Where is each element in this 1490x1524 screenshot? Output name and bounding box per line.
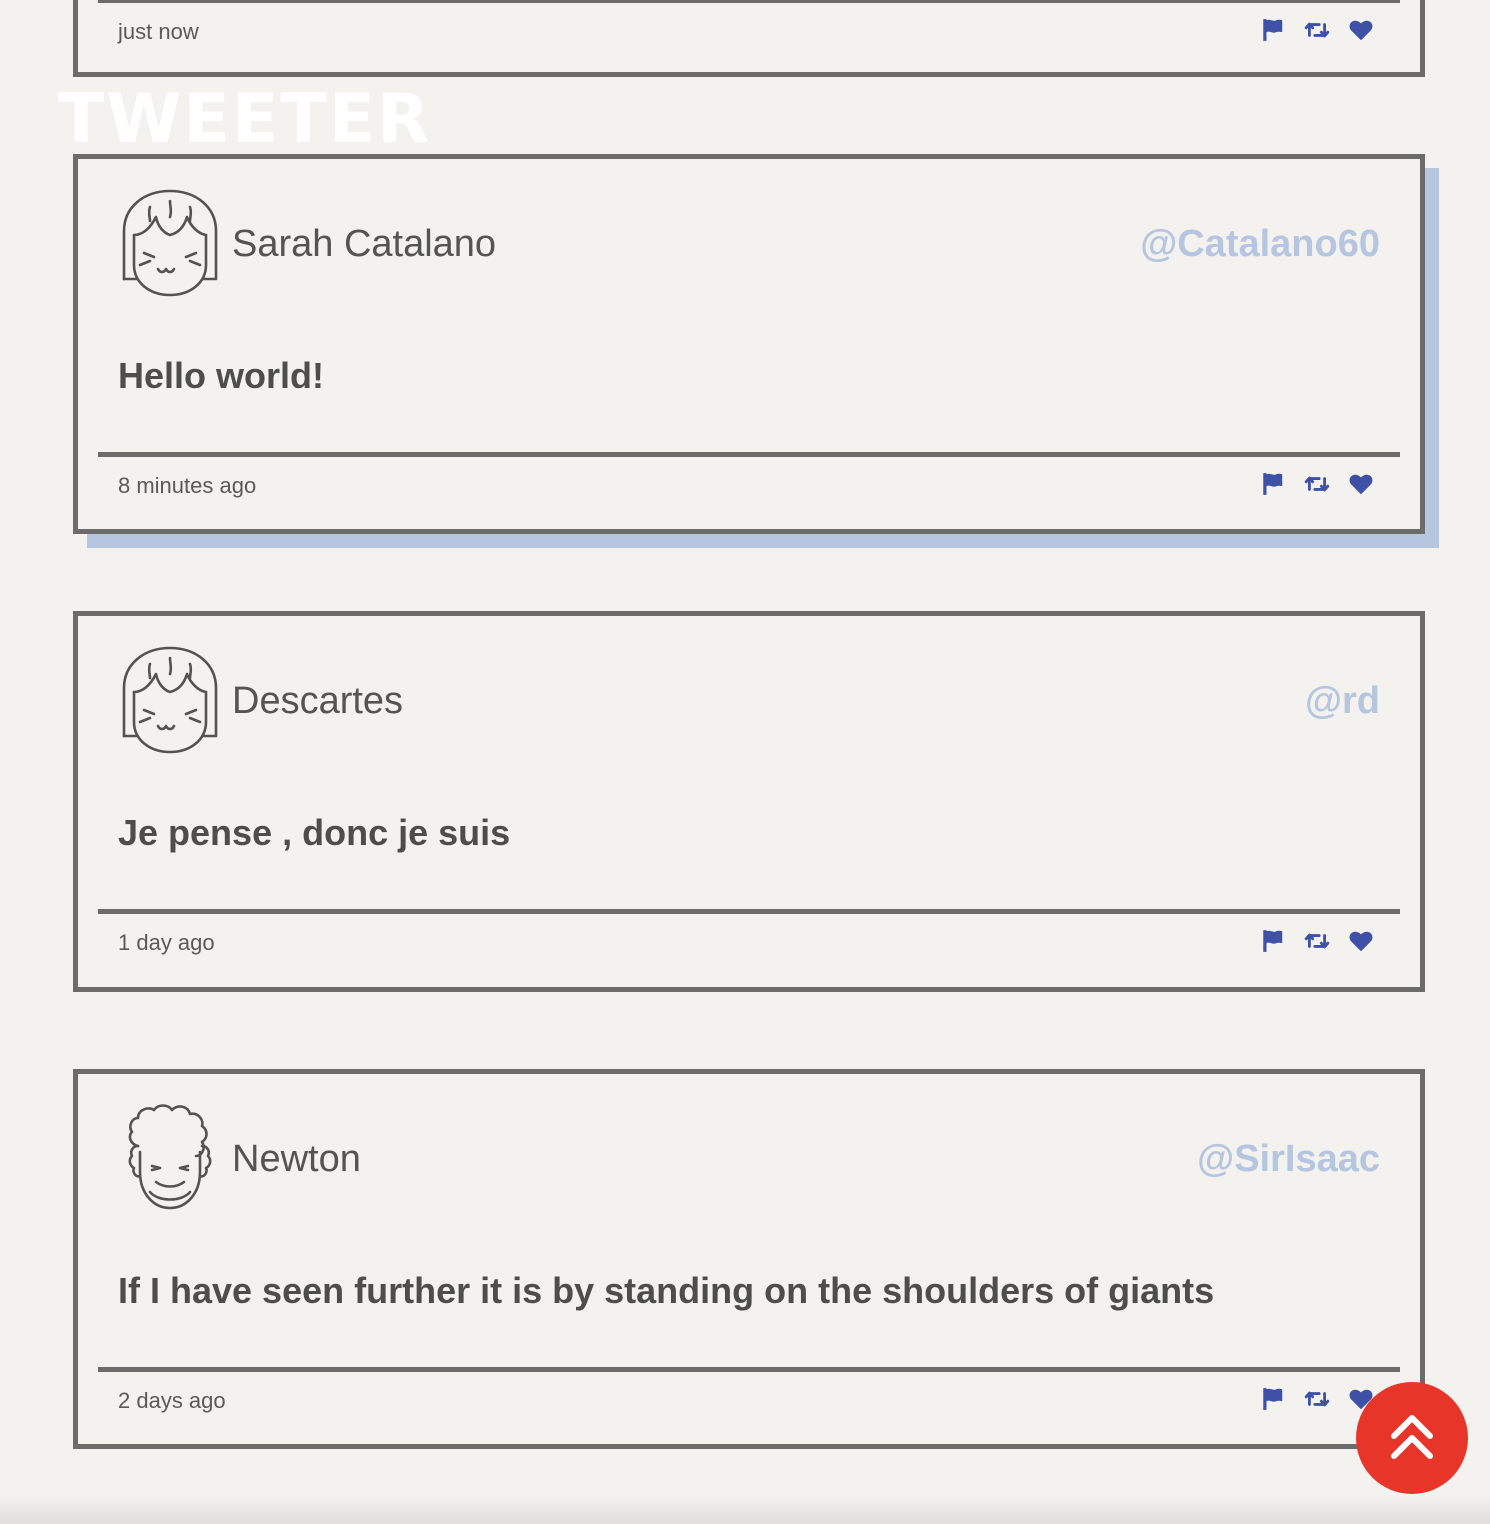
tweet-time: 1 day ago [118, 930, 215, 955]
tweet-time: 2 days ago [118, 1388, 226, 1413]
tweet-footer: 2 days ago [78, 1372, 1420, 1444]
tweet-card: Sarah Catalano @Catalano60 Hello world! … [73, 154, 1425, 534]
flag-icon[interactable] [1260, 928, 1286, 954]
flag-icon[interactable] [1260, 17, 1286, 43]
tweet-time: 8 minutes ago [118, 473, 257, 498]
bottom-edge-shadow [0, 1494, 1490, 1524]
author-name: Newton [232, 1138, 361, 1180]
retweet-icon[interactable] [1304, 928, 1330, 954]
chevrons-up-icon [1391, 1415, 1433, 1459]
tweet-text: If I have seen further it is by standing… [118, 1270, 1215, 1311]
tweet-footer: 8 minutes ago [78, 457, 1420, 529]
author-name: Sarah Catalano [232, 223, 497, 265]
scroll-to-top-button[interactable] [1356, 1382, 1468, 1494]
avatar-icon [120, 644, 220, 756]
tweet-actions [1260, 928, 1374, 954]
avatar-icon [120, 187, 220, 299]
tweet-header: Sarah Catalano @Catalano60 [78, 159, 1420, 329]
app-logo[interactable]: TWEETER [58, 86, 432, 154]
heart-icon[interactable] [1348, 17, 1374, 43]
tweet-footer: just now [78, 3, 1420, 75]
author-handle: @SirIsaac [1197, 1138, 1380, 1180]
flag-icon[interactable] [1260, 1386, 1286, 1412]
heart-icon[interactable] [1348, 471, 1374, 497]
author-handle: @Catalano60 [1140, 223, 1380, 265]
tweet-actions [1260, 1386, 1374, 1412]
retweet-icon[interactable] [1304, 471, 1330, 497]
tweet-card: just now [73, 0, 1425, 77]
author-name: Descartes [232, 680, 404, 722]
tweet-card: Newton @SirIsaac If I have seen further … [73, 1069, 1425, 1449]
heart-icon[interactable] [1348, 928, 1374, 954]
tweet-time: just now [118, 19, 199, 44]
retweet-icon[interactable] [1304, 17, 1330, 43]
flag-icon[interactable] [1260, 471, 1286, 497]
author-handle: @rd [1304, 680, 1380, 722]
tweet-text: Je pense , donc je suis [118, 812, 511, 853]
tweet-actions [1260, 471, 1374, 497]
tweet-footer: 1 day ago [78, 914, 1420, 986]
tweet-header: Descartes @rd [78, 616, 1420, 786]
tweet-card: Descartes @rd Je pense , donc je suis 1 … [73, 611, 1425, 992]
retweet-icon[interactable] [1304, 1386, 1330, 1412]
tweet-actions [1260, 17, 1374, 43]
tweet-header: Newton @SirIsaac [78, 1074, 1420, 1244]
avatar-icon [120, 1102, 220, 1214]
tweet-text: Hello world! [118, 355, 324, 396]
